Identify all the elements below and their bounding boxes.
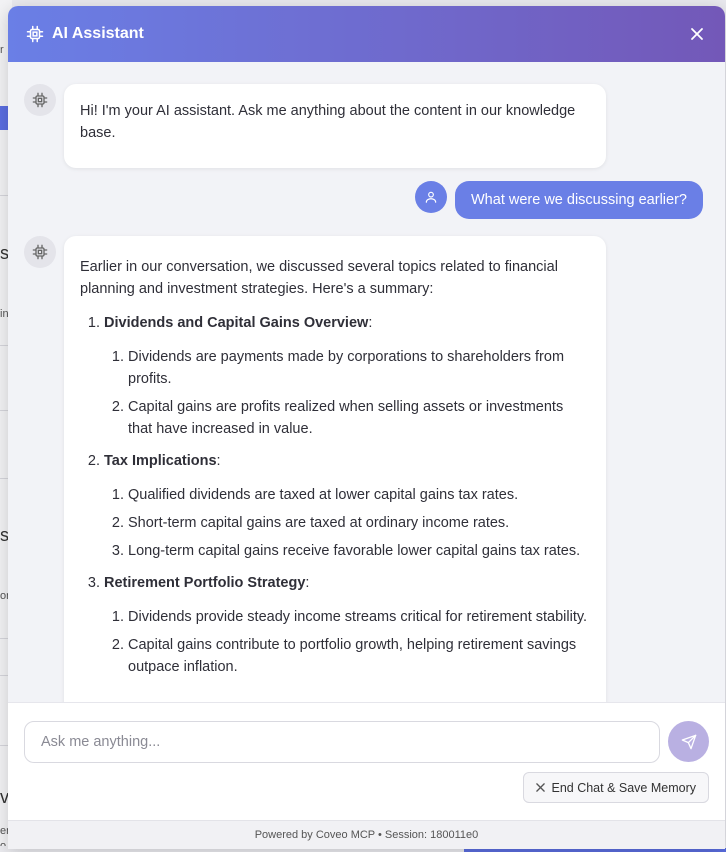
topic-point: Dividends provide steady income streams …: [128, 606, 590, 628]
topic-points: Qualified dividends are taxed at lower c…: [128, 484, 590, 562]
answer-topic-list: Dividends and Capital Gains Overview: Di…: [104, 312, 590, 678]
close-icon: [691, 28, 703, 40]
close-button[interactable]: [687, 24, 707, 44]
user-icon: [425, 191, 437, 203]
user-avatar: [415, 181, 447, 213]
answer-topic: Retirement Portfolio Strategy: Dividends…: [104, 572, 590, 678]
bot-answer-message: Earlier in our conversation, we discusse…: [64, 236, 606, 702]
end-chat-label: End Chat & Save Memory: [551, 780, 696, 795]
topic-point: Dividends are payments made by corporati…: [128, 346, 590, 390]
answer-topic: Dividends and Capital Gains Overview: Di…: [104, 312, 590, 440]
topic-heading: Dividends and Capital Gains Overview: [104, 315, 369, 331]
bg-text-fragment: r: [0, 44, 4, 56]
chat-window: AI Assistant Hi! I'm your AI assistant. …: [8, 6, 725, 849]
message-list[interactable]: Hi! I'm your AI assistant. Ask me anythi…: [8, 62, 725, 702]
chip-icon: [32, 92, 48, 108]
chat-title: AI Assistant: [52, 25, 144, 42]
topic-point: Capital gains are profits realized when …: [128, 396, 590, 440]
status-text: Powered by Coveo MCP • Session: 180011e0: [254, 829, 479, 841]
message-input[interactable]: [24, 721, 660, 763]
chip-icon: [26, 25, 44, 43]
user-message-text: What were we discussing earlier?: [471, 192, 687, 208]
user-message: What were we discussing earlier?: [455, 181, 703, 219]
end-chat-button[interactable]: End Chat & Save Memory: [523, 772, 709, 803]
answer-intro: Earlier in our conversation, we discusse…: [80, 259, 558, 297]
topic-point: Short-term capital gains are taxed at or…: [128, 512, 590, 534]
topic-heading: Retirement Portfolio Strategy: [104, 575, 306, 591]
chat-header: AI Assistant: [8, 6, 725, 62]
topic-points: Dividends are payments made by corporati…: [128, 346, 590, 440]
bot-avatar: [24, 84, 56, 116]
chat-composer: End Chat & Save Memory: [8, 702, 725, 820]
topic-point: Long-term capital gains receive favorabl…: [128, 540, 590, 562]
topic-point: Qualified dividends are taxed at lower c…: [128, 484, 590, 506]
chip-icon: [32, 244, 48, 260]
bot-avatar: [24, 236, 56, 268]
status-bar: Powered by Coveo MCP • Session: 180011e0: [8, 820, 725, 849]
topic-point: Capital gains contribute to portfolio gr…: [128, 634, 590, 678]
send-button[interactable]: [668, 721, 709, 762]
topic-heading: Tax Implications: [104, 453, 217, 469]
topic-points: Dividends provide steady income streams …: [128, 606, 590, 678]
answer-topic: Tax Implications: Qualified dividends ar…: [104, 450, 590, 562]
send-icon: [681, 734, 696, 749]
bot-message-text: Hi! I'm your AI assistant. Ask me anythi…: [80, 103, 576, 141]
bot-message: Hi! I'm your AI assistant. Ask me anythi…: [64, 84, 606, 168]
close-icon: [536, 783, 546, 792]
